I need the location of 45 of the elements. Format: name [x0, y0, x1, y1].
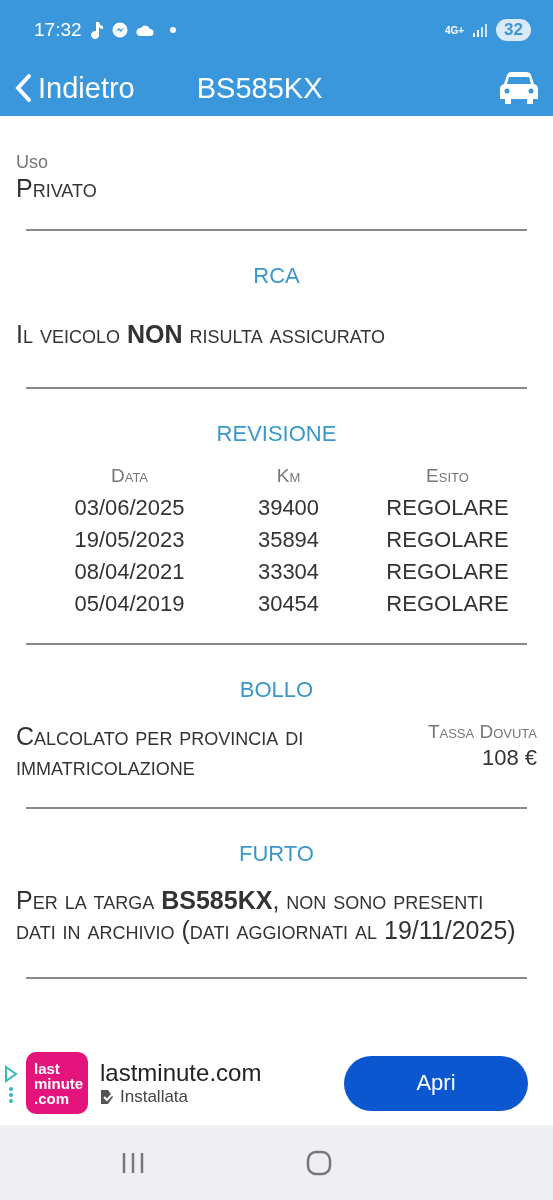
- tax-amount: 108 €: [481, 745, 537, 771]
- table-cell: 30454: [257, 591, 320, 617]
- column-header: Esito: [426, 465, 469, 487]
- install-status: Installata: [120, 1087, 189, 1107]
- car-icon[interactable]: [499, 71, 539, 105]
- field-label: Uso: [16, 152, 49, 173]
- field-value: Privato: [16, 173, 98, 203]
- table-cell: 08/04/2021: [74, 559, 185, 585]
- section-title: FURTO: [238, 841, 315, 867]
- section-title: REVISIONE: [215, 421, 338, 447]
- app-logo: last minute .com: [26, 1052, 88, 1114]
- network-type: 4G+: [444, 24, 465, 36]
- column-header: Data: [110, 465, 149, 487]
- recent-apps-icon[interactable]: [120, 1151, 145, 1174]
- open-button[interactable]: Apri: [344, 1055, 528, 1111]
- table-cell: 05/04/2019: [74, 591, 185, 617]
- cloud-icon: [135, 24, 154, 36]
- tax-description: Calcolato per provincia di immatricolazione: [16, 721, 305, 781]
- chevron-left-icon: [14, 73, 32, 103]
- table-cell: 19/05/2023: [74, 527, 185, 553]
- home-icon[interactable]: [306, 1149, 333, 1176]
- music-note-icon: [89, 21, 104, 39]
- signal-icon: [472, 22, 489, 38]
- battery-indicator: 32: [496, 19, 531, 41]
- table-cell: REGOLARE: [386, 559, 509, 585]
- plate-title: BS585KX: [196, 71, 324, 105]
- table-cell: 35894: [257, 527, 320, 553]
- table-cell: REGOLARE: [386, 591, 509, 617]
- table-cell: 33304: [257, 559, 320, 585]
- tax-label: Tassa Dovuta: [427, 721, 537, 743]
- table-cell: 03/06/2025: [74, 495, 185, 521]
- theft-status: Per la targa BS585KX, non sono presenti dati in archivio (dati aggiornati al 19/11/2025): [16, 885, 517, 945]
- ad-choices-icon[interactable]: [4, 1063, 18, 1103]
- table-cell: REGOLARE: [386, 527, 509, 553]
- chat-bubble-icon: [111, 22, 128, 38]
- table-cell: REGOLARE: [386, 495, 509, 521]
- clock: 17:32: [34, 19, 82, 41]
- table-cell: 39400: [257, 495, 320, 521]
- dot-icon: [169, 27, 176, 33]
- app-name: lastminute.com: [100, 1059, 262, 1087]
- section-title: RCA: [252, 263, 301, 289]
- column-header: Km: [276, 465, 301, 487]
- installed-icon: [100, 1089, 116, 1105]
- section-title: BOLLO: [238, 677, 315, 703]
- insurance-status: Il veicolo NON risulta assicurato: [16, 319, 387, 349]
